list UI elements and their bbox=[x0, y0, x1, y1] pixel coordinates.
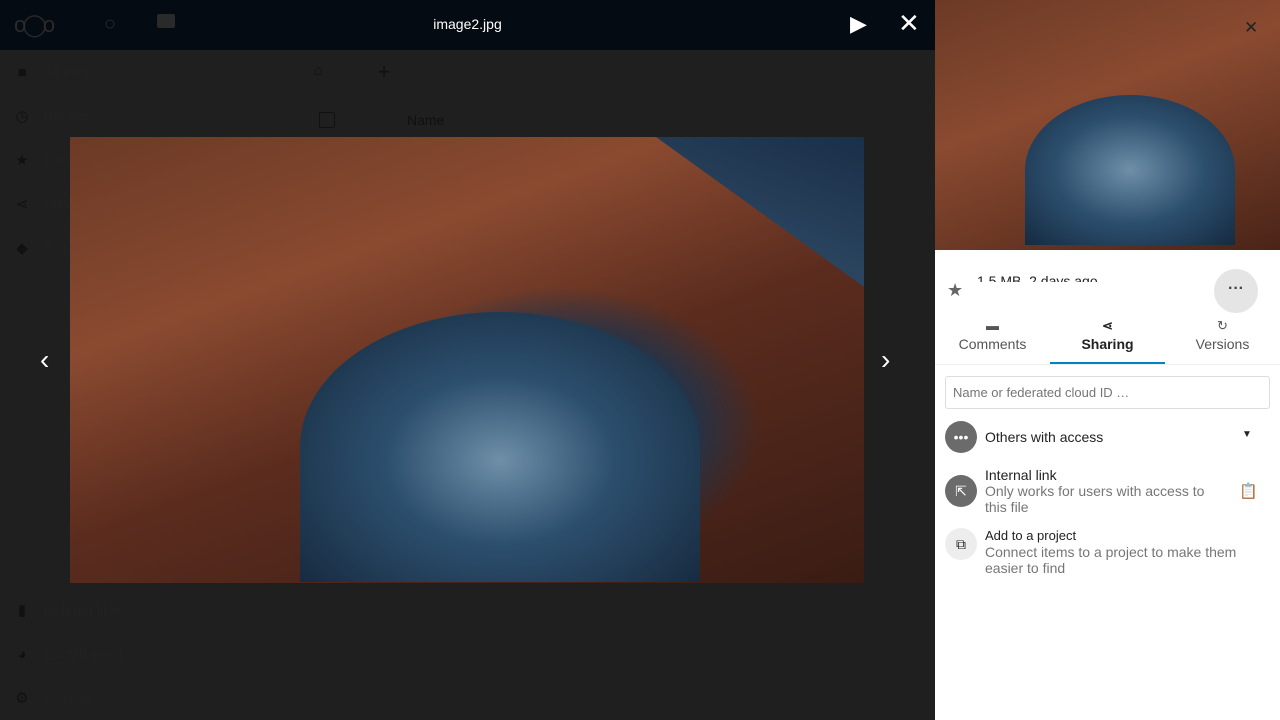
nav-all-files[interactable]: ■ All files bbox=[0, 50, 300, 94]
pie-icon: ◕ bbox=[17, 645, 27, 663]
tab-sharing[interactable]: ⋖ Sharing bbox=[1050, 318, 1165, 364]
slideshow-play-icon[interactable]: ▶ bbox=[850, 11, 867, 37]
details-sidebar: ✕ ★ 1.5 MB, 2 days ago ··· ▬ Comments ⋖ Sh… bbox=[935, 0, 1280, 720]
next-icon[interactable]: › bbox=[881, 344, 890, 376]
folder-icon: ■ bbox=[17, 63, 27, 81]
more-icon: ••• bbox=[945, 421, 977, 453]
external-link-icon: ⇱ bbox=[945, 475, 977, 507]
project-icon: ⧉ bbox=[945, 528, 977, 560]
divider bbox=[935, 364, 1280, 365]
tab-label: Sharing bbox=[1081, 336, 1134, 352]
nav-label: Deleted files bbox=[44, 602, 122, 618]
others-label: Others with access bbox=[985, 429, 1104, 445]
share-icon: ⋖ bbox=[1102, 318, 1113, 333]
copy-clipboard-icon[interactable]: 📋 bbox=[1239, 482, 1258, 500]
internal-link[interactable]: ⇱ Internal link Only works for users wit… bbox=[945, 467, 1270, 517]
nav-recent[interactable]: ◷ Recent bbox=[0, 94, 300, 138]
tab-comments[interactable]: ▬ Comments bbox=[935, 318, 1050, 364]
trash-icon: ▮ bbox=[17, 602, 27, 619]
internal-link-desc: Only works for users with access to this… bbox=[985, 483, 1205, 515]
nav-label: Recent bbox=[44, 108, 89, 124]
nav-deleted-files[interactable]: ▮ Deleted files bbox=[0, 588, 300, 632]
internal-link-title: Internal link bbox=[985, 467, 1057, 483]
name-column-header[interactable]: Name bbox=[407, 112, 444, 128]
favorite-star-icon[interactable]: ★ bbox=[947, 280, 963, 301]
gear-icon: ⚙ bbox=[15, 690, 29, 707]
share-icon: ⋖ bbox=[15, 196, 29, 213]
nav-settings[interactable]: ⚙ Settings bbox=[0, 676, 300, 720]
history-icon: ↻ bbox=[1217, 318, 1228, 333]
file-meta-text: 1.5 MB, 2 days ago bbox=[977, 273, 1098, 282]
nav-label: Settings bbox=[44, 690, 91, 706]
new-button[interactable]: + bbox=[367, 56, 401, 90]
caret-down-icon: ▼ bbox=[1242, 429, 1252, 440]
add-to-project[interactable]: ⧉ Add to a project Connect items to a pr… bbox=[945, 528, 1270, 578]
quota-label: 5.8 MB used bbox=[44, 646, 123, 662]
quota[interactable]: ◕ 5.8 MB used bbox=[0, 632, 300, 676]
home-icon[interactable]: ⌂ bbox=[314, 62, 323, 79]
nav-label: All files bbox=[44, 64, 89, 80]
close-viewer-icon[interactable]: ✕ bbox=[898, 8, 920, 39]
tab-label: Comments bbox=[958, 336, 1027, 352]
star-icon: ★ bbox=[15, 152, 29, 169]
close-sidebar-icon[interactable]: ✕ bbox=[1244, 18, 1258, 38]
image-preview bbox=[70, 137, 864, 583]
project-desc: Connect items to a project to make them … bbox=[985, 544, 1237, 576]
file-thumbnail bbox=[935, 0, 1280, 250]
more-actions-button[interactable]: ··· bbox=[1214, 269, 1258, 313]
select-all-checkbox[interactable] bbox=[319, 112, 335, 128]
viewer-title: image2.jpg bbox=[433, 16, 502, 32]
clock-icon: ◷ bbox=[15, 108, 29, 125]
tab-versions[interactable]: ↻ Versions bbox=[1165, 318, 1280, 364]
tab-label: Versions bbox=[1195, 336, 1250, 352]
comment-icon: ▬ bbox=[986, 318, 999, 333]
project-title: Add to a project bbox=[985, 528, 1077, 543]
share-search-input[interactable] bbox=[945, 376, 1270, 409]
file-meta: 1.5 MB, 2 days ago bbox=[977, 272, 1127, 282]
tag-icon: ◆ bbox=[16, 240, 28, 257]
previous-icon[interactable]: ‹ bbox=[40, 344, 49, 376]
others-with-access[interactable]: ••• Others with access ▼ bbox=[945, 421, 1270, 453]
